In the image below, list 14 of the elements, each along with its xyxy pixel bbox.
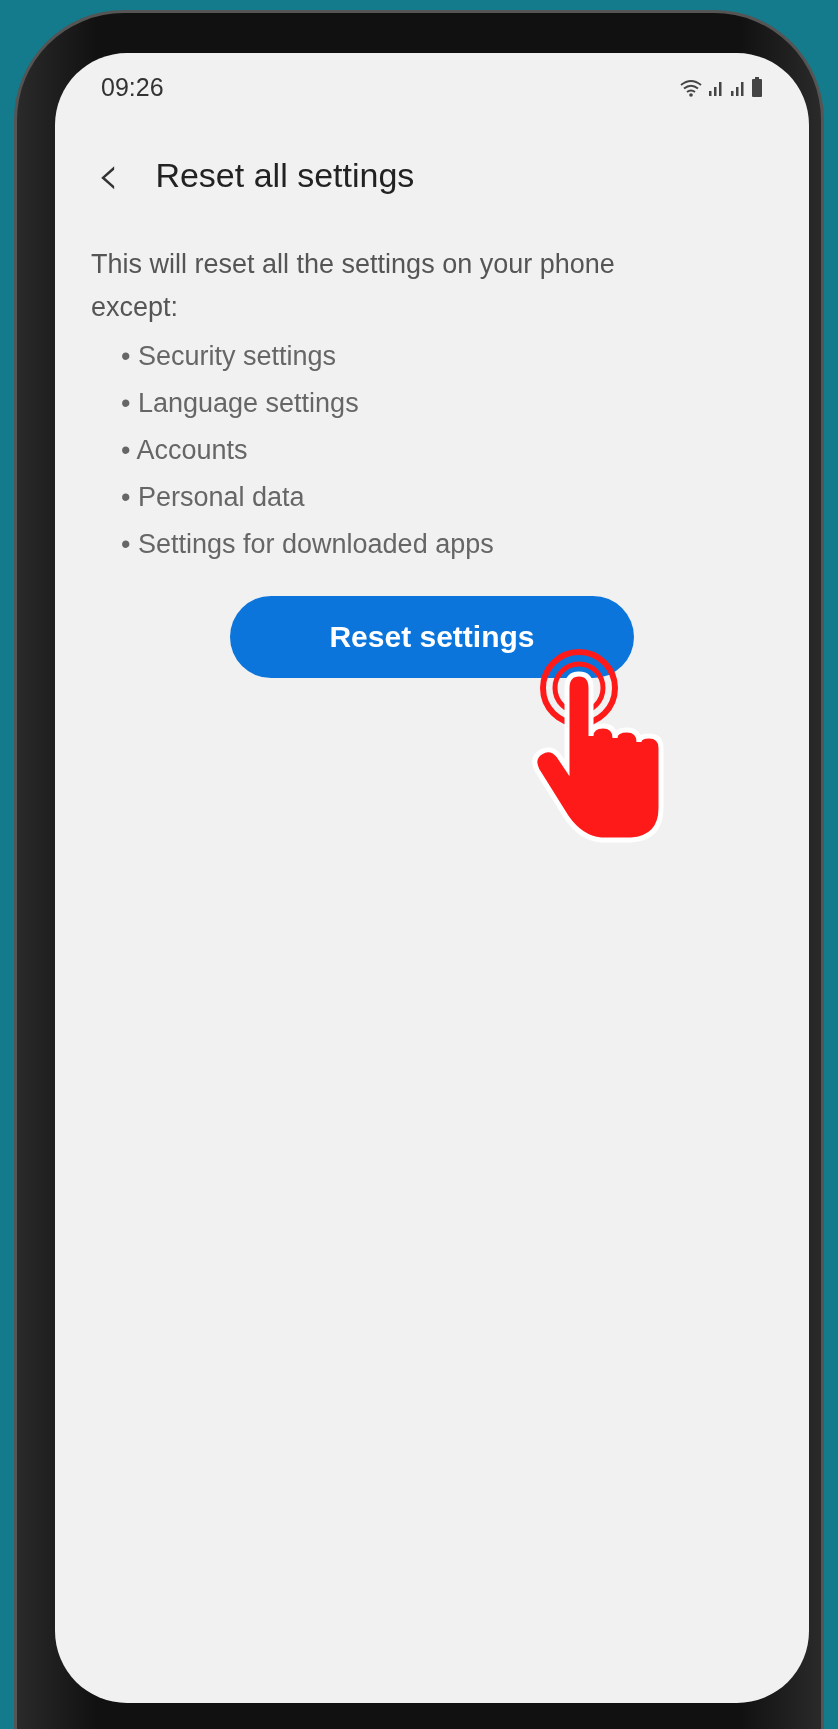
battery-icon — [751, 77, 763, 97]
signal-icon — [707, 79, 725, 97]
wifi-icon — [679, 79, 703, 97]
description-text: This will reset all the settings on your phone except: — [91, 248, 616, 324]
exception-item: • Security settings — [121, 340, 338, 373]
exception-item: • Accounts — [121, 434, 249, 467]
reset-settings-button[interactable]: Reset settings — [230, 596, 634, 678]
exception-item: • Settings for downloaded apps — [121, 528, 495, 561]
back-button[interactable]: ‹ — [91, 147, 126, 203]
signal-icon — [729, 79, 747, 97]
exception-item: • Language settings — [121, 387, 360, 420]
page-title: Reset all settings — [155, 155, 415, 195]
exception-item: • Personal data — [121, 481, 306, 514]
status-time: 09:26 — [101, 72, 164, 102]
